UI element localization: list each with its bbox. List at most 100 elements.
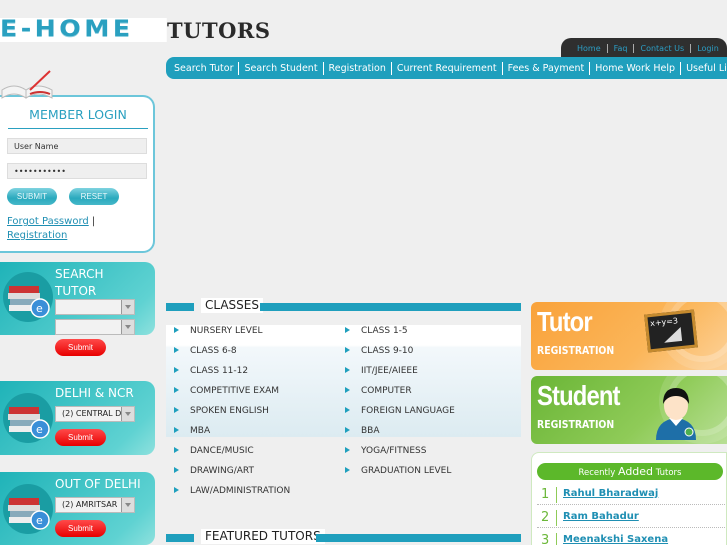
class-link[interactable]: YOGA/FITNESS — [345, 446, 426, 456]
class-label: CLASS 11-12 — [190, 366, 249, 376]
password-field[interactable] — [7, 163, 147, 179]
classes-header: CLASSES — [166, 298, 521, 313]
bullet-arrow-icon — [174, 447, 179, 453]
class-link[interactable]: COMPETITIVE EXAM — [174, 386, 279, 396]
class-label: COMPUTER — [361, 386, 412, 396]
divider — [556, 510, 557, 526]
top-link-login[interactable]: Login — [691, 44, 725, 53]
out-of-delhi-panel: e OUT OF DELHI (2) AMRITSAR Submit — [0, 472, 155, 545]
tutor-link[interactable]: Meenakshi Saxena — [563, 534, 668, 545]
nav-current-requirement[interactable]: Current Requirement — [392, 61, 503, 75]
class-link[interactable]: LAW/ADMINISTRATION — [174, 486, 290, 496]
tutor-registration-banner[interactable]: Tutor REGISTRATION x+y=3 — [531, 302, 727, 370]
student-registration-banner[interactable]: Student REGISTRATION — [531, 376, 727, 444]
class-label: NURSERY LEVEL — [190, 326, 263, 336]
dropdown-arrow-icon — [121, 407, 134, 421]
class-label: GRADUATION LEVEL — [361, 466, 452, 476]
class-link[interactable]: CLASS 6-8 — [174, 346, 237, 356]
chalkboard-icon: x+y=3 — [644, 309, 698, 353]
search-tutor-select-1[interactable] — [55, 299, 135, 315]
class-link[interactable]: DRAWING/ART — [174, 466, 254, 476]
class-link[interactable]: DANCE/MUSIC — [174, 446, 254, 456]
nav-search-student[interactable]: Search Student — [239, 61, 324, 75]
featured-tutors-title: FEATURED TUTORS — [201, 529, 325, 544]
class-link[interactable]: FOREIGN LANGUAGE — [345, 406, 455, 416]
class-label: COMPETITIVE EXAM — [190, 386, 280, 396]
nav-registration[interactable]: Registration — [324, 61, 392, 75]
bullet-arrow-icon — [345, 367, 350, 373]
bullet-arrow-icon — [174, 487, 179, 493]
nav-search-tutor[interactable]: Search Tutor — [169, 61, 240, 75]
class-link[interactable]: GRADUATION LEVEL — [345, 466, 451, 476]
list-item: 2 Ram Bahadur — [537, 508, 725, 528]
svg-text:e: e — [36, 423, 43, 436]
delhi-ncr-title: DELHI & NCR — [55, 386, 134, 400]
select-value: (2) CENTRAL D — [62, 409, 122, 418]
divider — [556, 487, 557, 503]
class-label: CLASS 6-8 — [190, 346, 237, 356]
bullet-arrow-icon — [174, 387, 179, 393]
select-value: (2) AMRITSAR — [62, 500, 118, 509]
member-login-box: MEMBER LOGIN SUBMIT RESET Forgot Passwor… — [0, 95, 155, 253]
delhi-ncr-select[interactable]: (2) CENTRAL D — [55, 406, 135, 422]
class-link[interactable]: MBA — [174, 426, 210, 436]
search-tutor-submit-button[interactable]: Submit — [55, 339, 106, 356]
nav-home-work-help[interactable]: Home Work Help — [590, 61, 682, 75]
tutor-link[interactable]: Ram Bahadur — [563, 511, 639, 522]
item-number: 1 — [541, 487, 550, 502]
classes-title: CLASSES — [201, 298, 263, 313]
class-link[interactable]: CLASS 9-10 — [345, 346, 413, 356]
dropdown-arrow-icon — [121, 498, 134, 512]
search-tutor-title: SEARCH TUTOR — [55, 266, 104, 300]
head-text: Tutors — [655, 468, 682, 478]
class-label: CLASS 1-5 — [361, 326, 408, 336]
top-link-home[interactable]: Home — [571, 43, 608, 53]
class-link[interactable]: CLASS 1-5 — [345, 326, 408, 336]
top-link-contact-us[interactable]: Contact Us — [634, 43, 692, 53]
delhi-ncr-submit-button[interactable]: Submit — [55, 429, 106, 446]
class-link[interactable]: BBA — [345, 426, 380, 436]
bullet-arrow-icon — [345, 447, 350, 453]
bullet-arrow-icon — [345, 327, 350, 333]
header-bar — [316, 534, 521, 542]
class-label: MBA — [190, 426, 211, 436]
banner-subtitle: REGISTRATION — [537, 344, 615, 357]
class-label: BBA — [361, 426, 380, 436]
top-link-faq[interactable]: Faq — [608, 43, 635, 53]
class-link[interactable]: NURSERY LEVEL — [174, 326, 263, 336]
divider — [556, 533, 557, 545]
out-of-delhi-submit-button[interactable]: Submit — [55, 520, 106, 537]
nav-useful-links[interactable]: Useful Links — [681, 62, 727, 75]
svg-text:e: e — [36, 302, 43, 315]
triangle-drawing — [662, 326, 683, 343]
class-link[interactable]: CLASS 11-12 — [174, 366, 248, 376]
bullet-arrow-icon — [345, 387, 350, 393]
username-field[interactable] — [7, 138, 147, 154]
login-reset-button[interactable]: RESET — [69, 188, 119, 205]
forgot-password-link[interactable]: Forgot Password — [7, 216, 89, 227]
books-globe-icon: e — [3, 393, 53, 443]
class-label: SPOKEN ENGLISH — [190, 406, 269, 416]
nav-fees-payment[interactable]: Fees & Payment — [503, 61, 591, 75]
dropdown-arrow-icon — [121, 300, 134, 314]
search-tutor-select-2[interactable] — [55, 319, 135, 335]
login-submit-button[interactable]: SUBMIT — [7, 188, 57, 205]
class-label: IIT/JEE/AIEEE — [361, 366, 418, 376]
class-link[interactable]: SPOKEN ENGLISH — [174, 406, 269, 416]
bullet-arrow-icon — [174, 327, 179, 333]
class-link[interactable]: COMPUTER — [345, 386, 412, 396]
open-book-icon — [1, 70, 53, 99]
out-of-delhi-select[interactable]: (2) AMRITSAR — [55, 497, 135, 513]
site-logo[interactable]: E-HOME TUTORS — [0, 18, 270, 43]
recent-tutors-header: Recently Added Tutors — [537, 463, 723, 480]
tutor-link[interactable]: Rahul Bharadwaj — [563, 488, 658, 499]
registration-link[interactable]: Registration — [7, 230, 67, 241]
title-line-1: SEARCH — [55, 267, 104, 281]
bullet-arrow-icon — [345, 467, 350, 473]
class-label: DRAWING/ART — [190, 466, 255, 476]
banner-title: Tutor — [537, 306, 593, 337]
board-text: x+y=3 — [649, 316, 679, 329]
class-link[interactable]: IIT/JEE/AIEEE — [345, 366, 418, 376]
login-links: Forgot Password | Registration — [7, 215, 95, 243]
top-links-bar: Home Faq Contact Us Login — [561, 38, 727, 58]
